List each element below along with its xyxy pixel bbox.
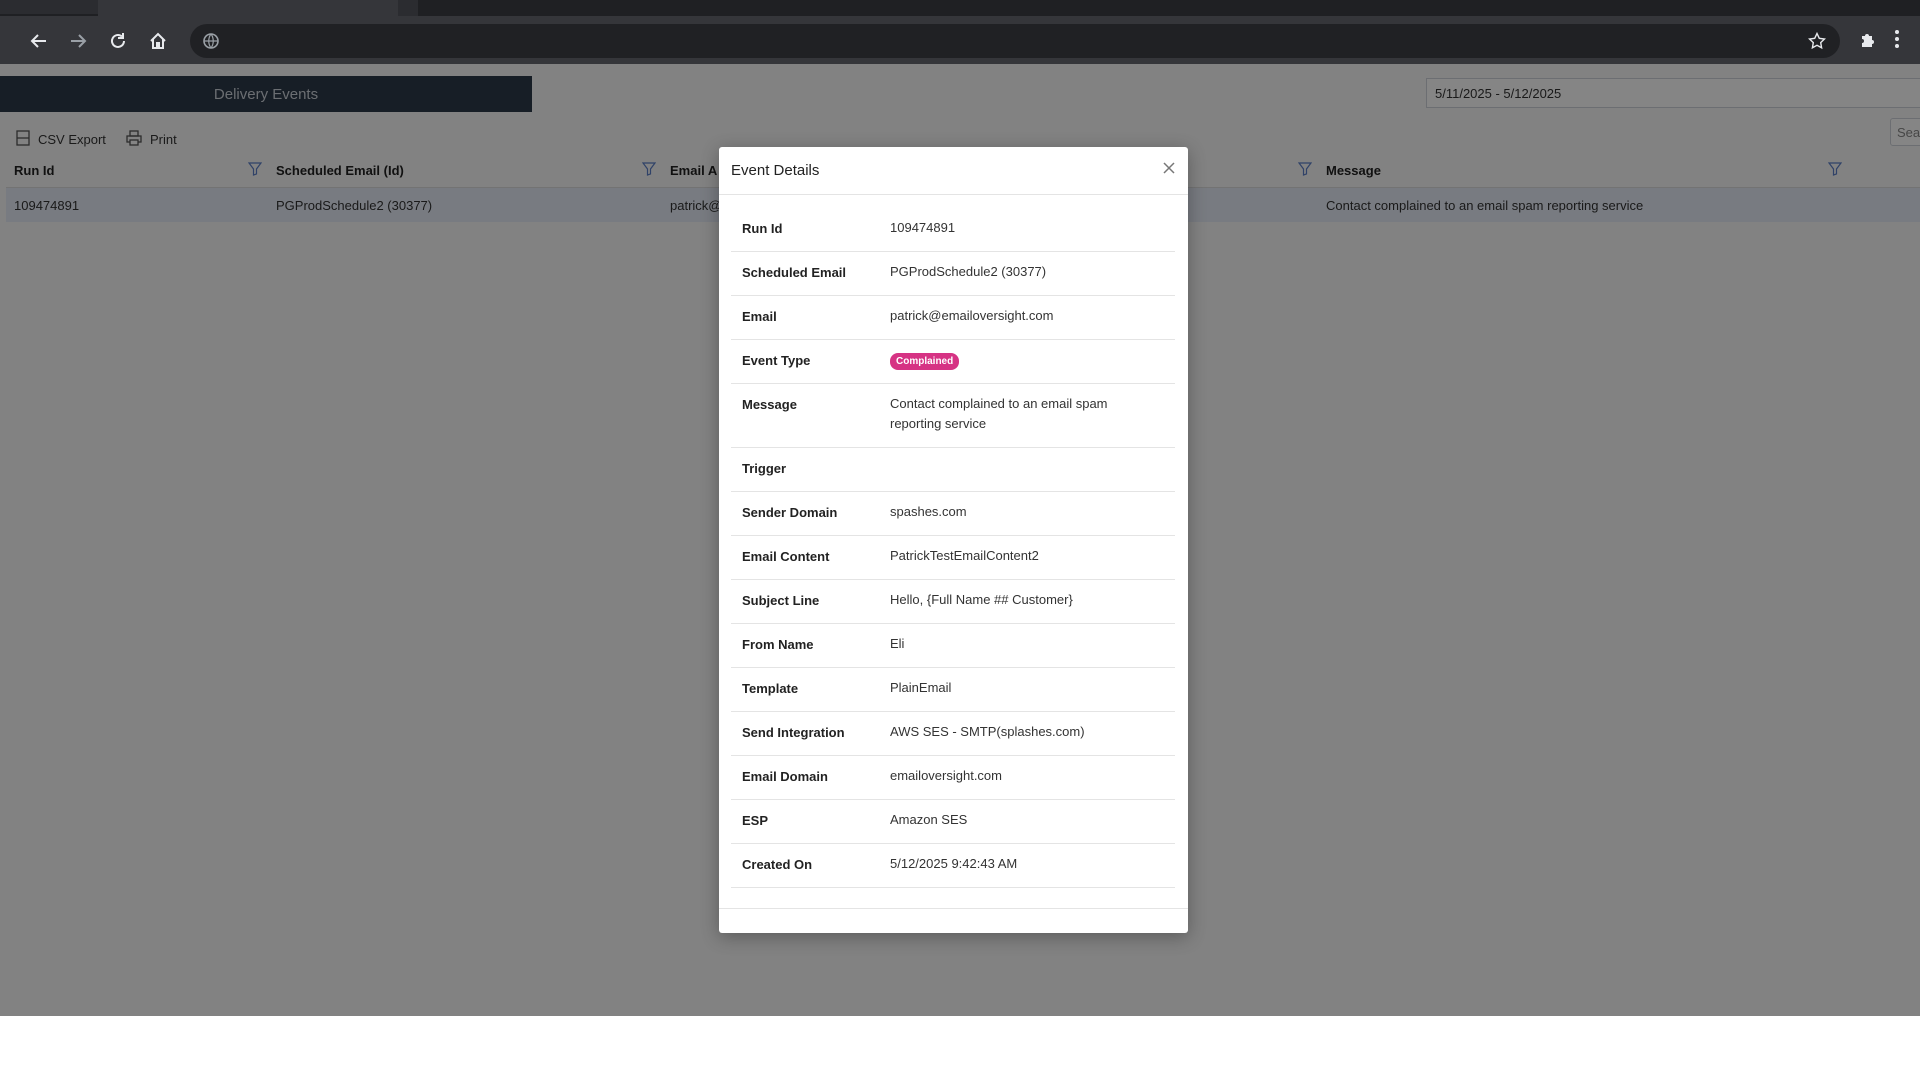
status-badge: Complained — [890, 353, 960, 370]
detail-value: spashes.com — [890, 504, 967, 519]
detail-label: ESP — [742, 813, 769, 828]
browser-tab-active[interactable] — [98, 0, 398, 16]
menu-icon[interactable] — [1894, 28, 1910, 54]
detail-label: Send Integration — [742, 725, 845, 740]
home-icon[interactable] — [145, 28, 171, 54]
detail-row-scheduled-email: Scheduled Email PGProdSchedule2 (30377) — [731, 252, 1175, 296]
browser-toolbar — [0, 16, 1920, 64]
close-icon[interactable] — [1159, 158, 1179, 178]
modal-footer — [719, 908, 1188, 909]
detail-row-message: Message Contact complained to an email s… — [731, 384, 1175, 448]
detail-row-email-domain: Email Domain emailoversight.com — [731, 756, 1175, 800]
event-details-modal: Event Details Run Id 109474891 Scheduled… — [719, 147, 1188, 933]
page-bottom-area — [0, 1016, 1920, 1080]
browser-tabstrip — [0, 0, 1920, 16]
detail-label: Email Domain — [742, 769, 828, 784]
detail-label: Subject Line — [742, 593, 820, 608]
detail-label: Scheduled Email — [742, 265, 847, 280]
forward-icon[interactable] — [65, 28, 91, 54]
site-info-icon[interactable] — [202, 32, 220, 50]
detail-value: Amazon SES — [890, 812, 968, 827]
extensions-icon[interactable] — [1858, 28, 1884, 54]
detail-row-trigger: Trigger — [731, 448, 1175, 492]
detail-label: Template — [742, 681, 799, 696]
detail-row-from-name: From Name Eli — [731, 624, 1175, 668]
browser-tab[interactable] — [0, 0, 98, 14]
detail-label: Message — [742, 397, 797, 412]
detail-value: Complained — [890, 350, 1130, 370]
detail-row-email: Email patrick@emailoversight.com — [731, 296, 1175, 340]
detail-label: Email Content — [742, 549, 830, 564]
modal-title: Event Details — [731, 162, 820, 179]
detail-value: PlainEmail — [890, 680, 952, 695]
bookmark-star-icon[interactable] — [1807, 31, 1827, 50]
detail-value: Hello, {Full Name ## Customer} — [890, 592, 1073, 607]
detail-row-created-on: Created On 5/12/2025 9:42:43 AM — [731, 844, 1175, 888]
detail-value: Eli — [890, 636, 905, 651]
back-icon[interactable] — [26, 28, 52, 54]
detail-value: patrick@emailoversight.com — [890, 308, 1054, 323]
detail-value: 5/12/2025 9:42:43 AM — [890, 856, 1018, 871]
detail-label: Trigger — [742, 461, 787, 476]
detail-label: Event Type — [742, 353, 811, 368]
detail-value: emailoversight.com — [890, 768, 1002, 783]
address-bar[interactable] — [190, 24, 1840, 58]
detail-row-run-id: Run Id 109474891 — [731, 208, 1175, 252]
detail-value: 109474891 — [890, 220, 956, 235]
detail-label: Sender Domain — [742, 505, 838, 520]
detail-row-email-content: Email Content PatrickTestEmailContent2 — [731, 536, 1175, 580]
detail-value: PatrickTestEmailContent2 — [890, 548, 1039, 563]
detail-label: Email — [742, 309, 777, 324]
detail-value: AWS SES - SMTP(splashes.com) — [890, 724, 1085, 739]
modal-header: Event Details — [719, 147, 1188, 195]
detail-value: PGProdSchedule2 (30377) — [890, 264, 1047, 279]
detail-row-esp: ESP Amazon SES — [731, 800, 1175, 844]
detail-row-template: Template PlainEmail — [731, 668, 1175, 712]
detail-row-subject-line: Subject Line Hello, {Full Name ## Custom… — [731, 580, 1175, 624]
detail-label: Run Id — [742, 221, 783, 236]
detail-label: From Name — [742, 637, 814, 652]
detail-label: Created On — [742, 857, 813, 872]
detail-list: Run Id 109474891 Scheduled Email PGProdS… — [731, 208, 1175, 888]
detail-row-sender-domain: Sender Domain spashes.com — [731, 492, 1175, 536]
detail-row-send-integration: Send Integration AWS SES - SMTP(splashes… — [731, 712, 1175, 756]
detail-row-event-type: Event Type Complained — [731, 340, 1175, 384]
reload-icon[interactable] — [105, 28, 131, 54]
new-tab-button[interactable] — [398, 0, 418, 16]
detail-value: Contact complained to an email spam repo… — [890, 396, 1108, 431]
